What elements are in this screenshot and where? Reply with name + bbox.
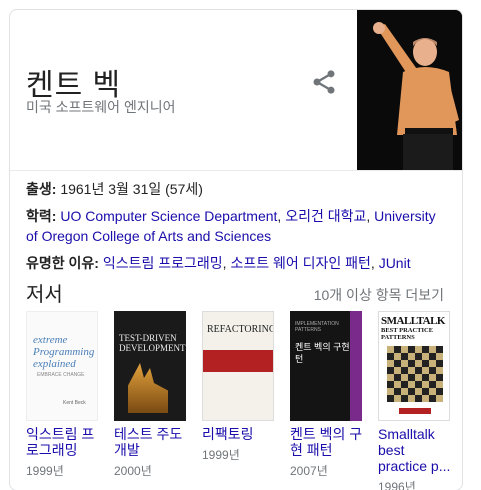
known-for-link-1[interactable]: 익스트림 프로그래밍 [103,255,223,271]
fact-education: 학력: UO Computer Science Department, 오리건 … [26,208,436,244]
share-icon [313,70,335,94]
book-year: 1999년 [202,448,240,462]
cover-title: REFACTORING [207,324,274,335]
book-cover-image: extreme Programming explained EMBRACE CH… [26,311,98,421]
book-title: 켄트 벡의 구현 패턴 [290,426,363,458]
fact-education-label: 학력: [26,208,57,224]
knowledge-panel: 켄트 벡 미국 소프트웨어 엔지니어 출생: 1961년 3월 31일 (57세… [9,9,463,490]
fact-born: 출생: 1961년 3월 31일 (57세) [26,179,446,199]
education-link-1[interactable]: UO Computer Science Department [60,208,277,224]
books-carousel: extreme Programming explained EMBRACE CH… [26,311,456,490]
cover-chessboard [387,346,443,402]
facts-list: 출생: 1961년 3월 31일 (57세) 학력: UO Computer S… [26,179,446,280]
book-title: 익스트림 프로그래밍 [26,426,95,458]
books-section-title: 저서 [26,284,63,306]
cover-author-band [399,408,431,414]
book-title: 리팩토링 [202,426,254,442]
book-item[interactable]: IMPLEMENTATION PATTERNS 켄트 벡의 구현 패턴 켄트 벡… [290,311,364,479]
book-year: 1996년 [378,480,416,490]
cover-author: Kent Beck [63,400,86,406]
entity-subtitle: 미국 소프트웨어 엔지니어 [26,99,176,115]
book-item[interactable]: TEST-DRIVEN DEVELOPMENT 테스트 주도 개발 2000년 [114,311,188,479]
cover-title: SMALLTALK [381,315,445,327]
book-item[interactable]: extreme Programming explained EMBRACE CH… [26,311,100,479]
cover-stripe [350,311,362,421]
book-item[interactable]: REFACTORING 리팩토링 1999년 [202,311,276,463]
book-cover-image: TEST-DRIVEN DEVELOPMENT [114,311,186,421]
fact-born-label: 출생: [26,181,57,197]
entity-photo[interactable] [357,10,462,170]
cover-subtitle: EMBRACE CHANGE [37,372,85,378]
fact-known-for: 유명한 이유: 익스트림 프로그래밍, 소프트 웨어 디자인 패턴, JUnit [26,255,411,271]
more-books-link[interactable]: 10개 이상 항목 더보기 [314,285,444,305]
share-button[interactable] [310,68,338,96]
book-title: Smalltalk best practice p... [378,426,451,474]
known-for-link-2[interactable]: 소프트 웨어 디자인 패턴 [230,255,370,271]
fact-born-value: 1961년 3월 31일 (57세) [56,181,203,197]
education-link-2[interactable]: 오리건 대학교 [285,208,366,224]
book-year: 2007년 [290,464,328,478]
book-cover-image: IMPLEMENTATION PATTERNS 켄트 벡의 구현 패턴 [290,311,362,421]
book-cover-image: REFACTORING [202,311,274,421]
cover-band [203,350,273,372]
cover-illustration [128,363,168,413]
book-cover-image: SMALLTALK BEST PRACTICE PATTERNS [378,311,450,421]
known-for-link-3[interactable]: JUnit [379,255,411,271]
cover-title: TEST-DRIVEN DEVELOPMENT [119,333,186,353]
fact-known-for-label: 유명한 이유: [26,255,99,271]
cover-subtitle: BEST PRACTICE PATTERNS [381,327,434,341]
book-item[interactable]: SMALLTALK BEST PRACTICE PATTERNS Smallta… [378,311,452,490]
portrait-image [357,10,462,170]
book-year: 1999년 [26,464,64,478]
header-divider [10,170,462,171]
book-title: 테스트 주도 개발 [114,426,183,458]
cover-title: extreme Programming explained [33,334,95,370]
book-year: 2000년 [114,464,152,478]
